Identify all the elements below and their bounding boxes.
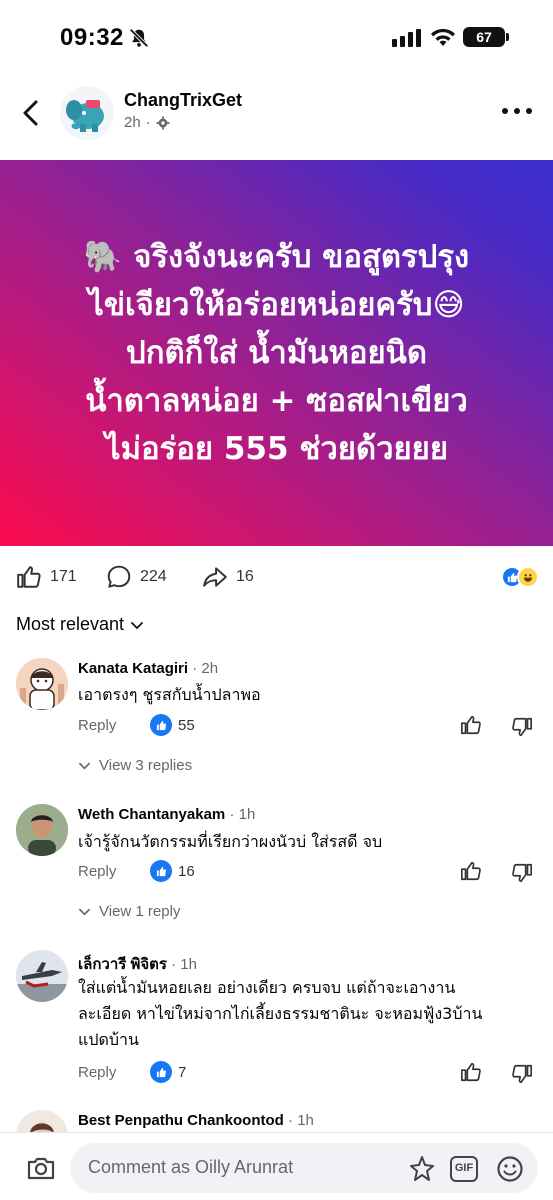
commenter-avatar[interactable] — [16, 658, 68, 710]
back-arrow-icon[interactable] — [18, 96, 44, 130]
post-header: ChangTrixGet 2h · — [0, 76, 553, 156]
comment-button[interactable]: 224 — [106, 564, 167, 590]
engagement-bar: 171 224 16 — [0, 558, 553, 598]
share-arrow-icon — [203, 567, 227, 587]
emoji-icon[interactable] — [496, 1155, 524, 1183]
comment-like-count: 55 — [150, 714, 195, 736]
reply-button[interactable]: Reply — [78, 717, 116, 734]
comment-text: ใส่แต่น้ำมันหอยเลย อย่างเดียว ครบจบ แต่ถ… — [78, 975, 538, 1053]
reply-button[interactable]: Reply — [78, 1064, 116, 1081]
commenter-name-text: Best Penpathu Chankoontod — [78, 1112, 284, 1129]
sort-label: Most relevant — [16, 614, 125, 634]
status-time: 09:32 — [60, 24, 124, 51]
comment-time-value: 1h — [297, 1112, 314, 1129]
cartoon-avatar-icon — [16, 658, 68, 710]
comment-bubble-icon — [107, 565, 131, 588]
post-line: ปกติก็ใส่ น้ำมันหอยนิด — [126, 335, 427, 371]
comment-time-value: 1h — [180, 956, 197, 973]
comment-time: · 2h — [192, 660, 219, 677]
upvote-icon[interactable] — [460, 1061, 482, 1083]
reply-button[interactable]: Reply — [78, 863, 116, 880]
share-count: 16 — [236, 568, 254, 585]
gif-icon[interactable]: GIF — [450, 1156, 478, 1182]
reaction-summary[interactable] — [501, 566, 539, 588]
post-line: 🐘 จริงจังนะครับ ขอสูตรปรุง — [83, 239, 470, 275]
commenter-name[interactable]: Best Penpathu Chankoontod · 1h — [78, 1112, 314, 1129]
signal-icon — [392, 29, 421, 47]
comment-time-value: 1h — [238, 806, 256, 823]
downvote-icon[interactable] — [511, 862, 533, 884]
more-options-icon[interactable] — [501, 106, 533, 116]
comment-input-placeholder: Comment as Oilly Arunrat — [88, 1157, 294, 1177]
downvote-icon[interactable] — [511, 1063, 533, 1085]
sticker-icon[interactable] — [408, 1155, 436, 1183]
haha-reaction-icon — [517, 566, 539, 588]
comment-text: เอาตรงๆ ชูรสกับน้ำปลาพอ — [78, 685, 261, 704]
commenter-name[interactable]: Kanata Katagiri · 2h — [78, 660, 218, 677]
like-badge-icon — [150, 860, 172, 882]
comment-time: · 1h — [229, 806, 256, 823]
elephant-logo-icon — [60, 86, 114, 140]
page-name[interactable]: ChangTrixGet — [124, 90, 242, 111]
post-line: น้ำตาลหน่อย + ซอสฝาเขียว — [85, 383, 468, 419]
comment-time-value: 2h — [201, 660, 219, 677]
view-replies-link[interactable]: View 1 reply — [78, 903, 180, 920]
commenter-name-text: Weth Chantanyakam — [78, 806, 226, 823]
comment-time: · 1h — [288, 1112, 314, 1129]
chevron-down-icon — [79, 908, 90, 916]
post-time: 2h — [124, 114, 141, 131]
battery-indicator: 67 — [463, 27, 509, 47]
comment-text-line: ใส่แต่น้ำมันหอยเลย อย่างเดียว ครบจบ แต่ถ… — [78, 978, 456, 997]
bell-off-icon — [129, 28, 149, 48]
like-count-value: 55 — [178, 716, 195, 734]
thumbs-up-icon — [17, 566, 41, 588]
like-badge-icon — [150, 714, 172, 736]
commenter-name-text: Kanata Katagiri — [78, 660, 189, 677]
gear-icon — [156, 115, 170, 130]
photo-avatar-icon — [16, 804, 68, 856]
commenter-avatar[interactable] — [16, 804, 68, 856]
camera-icon[interactable] — [26, 1155, 56, 1181]
post-line: ไข่เจียวให้อร่อยหน่อยครับ😅 — [88, 287, 465, 323]
like-badge-icon — [150, 1061, 172, 1083]
comment-like-count: 7 — [150, 1061, 186, 1083]
comment-time: · 1h — [171, 956, 197, 973]
post-background-text: 🐘 จริงจังนะครับ ขอสูตรปรุง ไข่เจียวให้อร… — [0, 160, 553, 546]
post-line: ไม่อร่อย 555 ช่วยด้วยยย — [104, 431, 448, 467]
commenter-name-text: เล็กวารี พิจิตร — [78, 956, 167, 973]
share-button[interactable]: 16 — [202, 564, 254, 590]
view-replies-label: View 1 reply — [99, 903, 181, 920]
commenter-name[interactable]: Weth Chantanyakam · 1h — [78, 806, 255, 823]
post-text: 🐘 จริงจังนะครับ ขอสูตรปรุง ไข่เจียวให้อร… — [17, 233, 537, 473]
like-count-value: 16 — [178, 862, 195, 880]
comment-text-line: ละเอียด หาไข่ใหม่จากไก่เลี้ยงธรรมชาตินะ … — [78, 1004, 483, 1023]
comment-input[interactable]: Comment as Oilly Arunrat GIF — [70, 1143, 538, 1193]
comment-like-count: 16 — [150, 860, 195, 882]
commenter-name[interactable]: เล็กวารี พิจิตร · 1h — [78, 952, 197, 976]
page-avatar[interactable] — [60, 86, 114, 140]
view-replies-link[interactable]: View 3 replies — [78, 757, 192, 774]
like-button[interactable]: 171 — [16, 564, 77, 590]
commenter-avatar[interactable] — [16, 950, 68, 1002]
like-count: 171 — [50, 568, 77, 585]
wifi-icon — [431, 28, 455, 46]
upvote-icon[interactable] — [460, 714, 482, 736]
comment-text: เจ้ารู้จักนวัตกรรมที่เรียกว่าผงนัวบ่ ใส่… — [78, 832, 383, 851]
view-replies-label: View 3 replies — [99, 757, 193, 774]
meta-separator: · — [145, 114, 151, 131]
downvote-icon[interactable] — [511, 716, 533, 738]
aircraft-photo-avatar-icon — [16, 950, 68, 1002]
comment-composer: Comment as Oilly Arunrat GIF — [0, 1132, 553, 1200]
chevron-down-icon — [131, 621, 143, 629]
comment-sort-dropdown[interactable]: Most relevant — [16, 614, 144, 635]
chevron-down-icon — [79, 762, 90, 770]
like-count-value: 7 — [178, 1063, 187, 1081]
upvote-icon[interactable] — [460, 860, 482, 882]
status-bar: 09:32 67 — [0, 0, 553, 76]
comment-count: 224 — [140, 568, 167, 585]
post-meta: 2h · — [124, 114, 170, 131]
comment-text-line: แปดบ้าน — [78, 1030, 139, 1049]
